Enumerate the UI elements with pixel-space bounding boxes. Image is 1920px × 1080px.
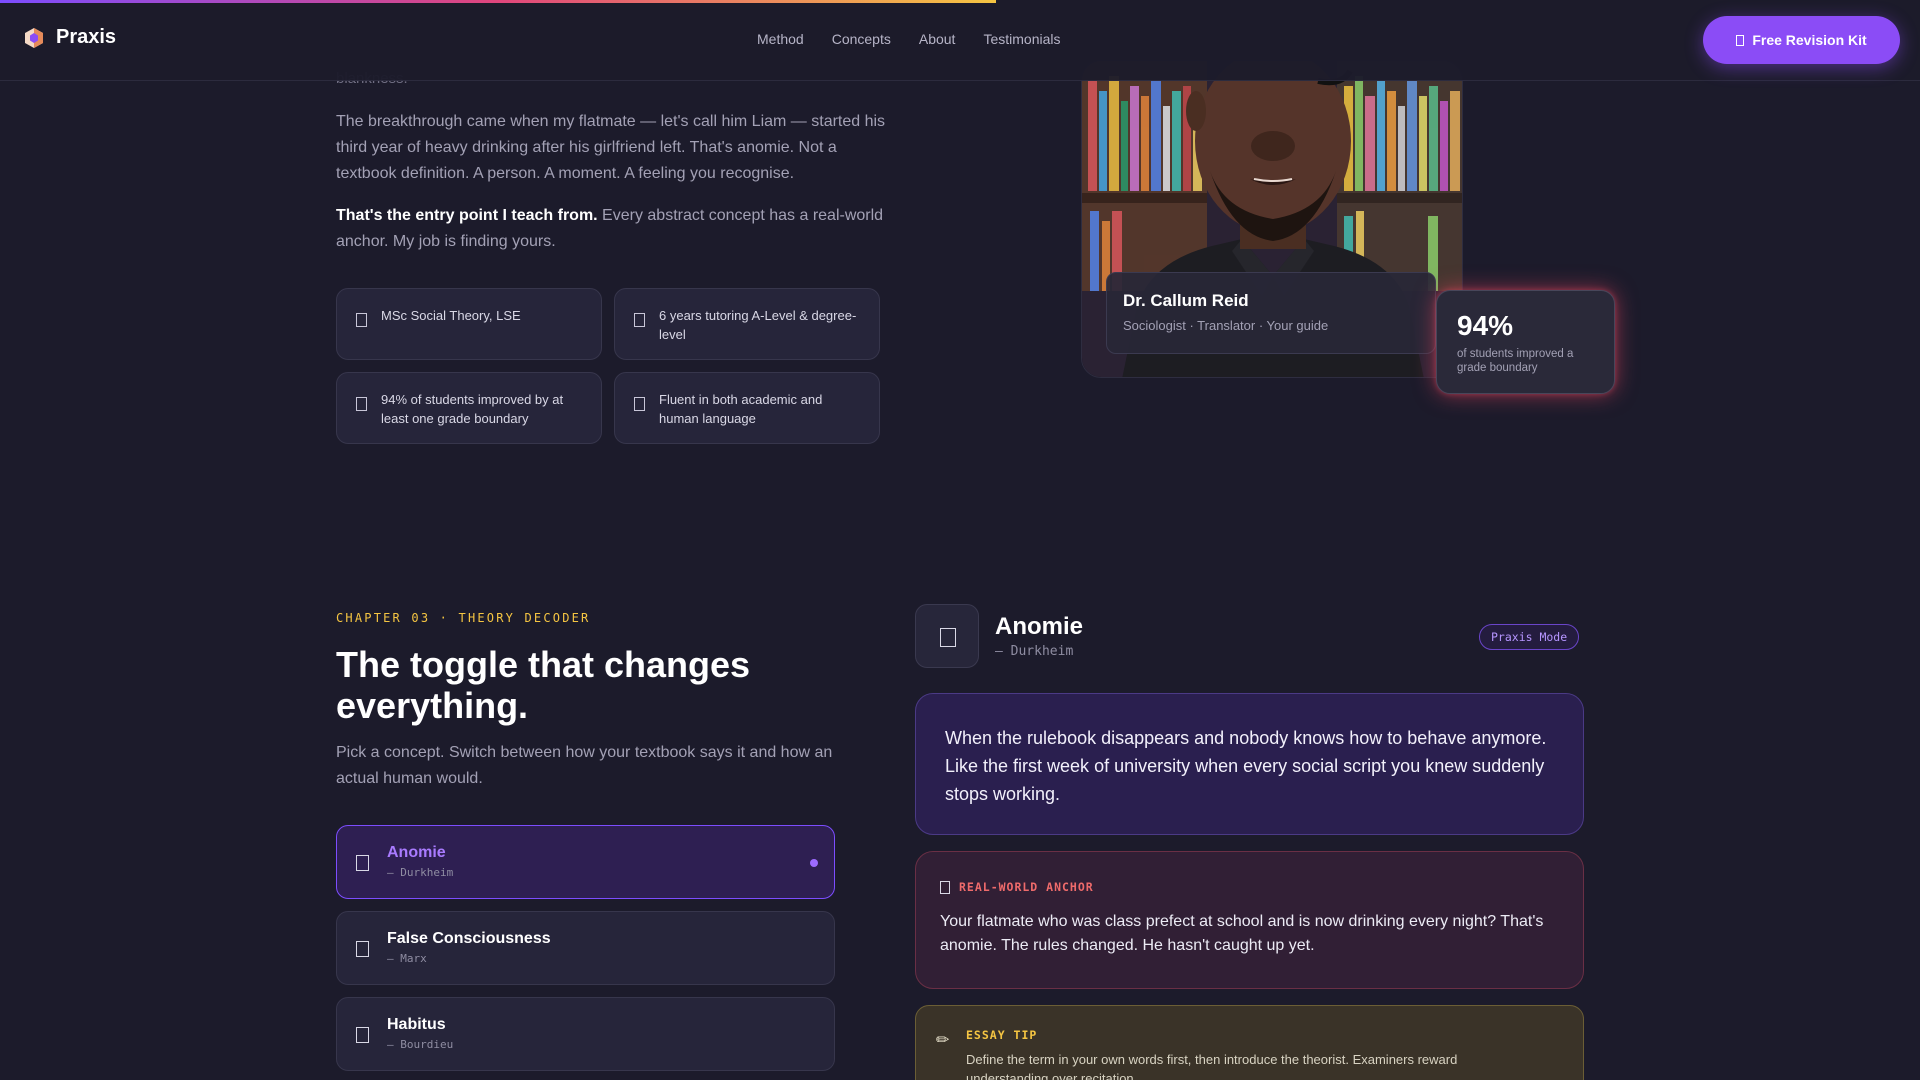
nav-link-testimonials[interactable]: Testimonials <box>983 31 1060 47</box>
credential-card: Fluent in both academic and human langua… <box>614 372 880 444</box>
concept-item-false-consciousness[interactable]: False Consciousness — Marx <box>336 911 835 985</box>
tutor-caption: Dr. Callum Reid Sociologist · Translator… <box>1106 272 1436 354</box>
concept-title: Habitus <box>387 1016 446 1033</box>
brand-logo[interactable]: Praxis <box>24 26 116 49</box>
praxis-mode-toggle[interactable]: Praxis Mode <box>1479 624 1580 650</box>
main-nav: Method Concepts About Testimonials <box>757 31 1060 47</box>
anchor-text: Your flatmate who was class prefect at s… <box>940 913 1544 954</box>
anchor-label-text: REAL-WORLD ANCHOR <box>959 880 1094 894</box>
nav-link-about[interactable]: About <box>919 31 956 47</box>
concept-icon <box>356 941 369 957</box>
gift-icon <box>1736 34 1745 46</box>
graduation-cap-icon <box>356 313 367 327</box>
credential-text: Fluent in both academic and human langua… <box>659 392 823 426</box>
tutor-role: Sociologist · Translator · Your guide <box>1123 318 1329 333</box>
concept-author: — Durkheim <box>387 866 454 879</box>
site-header: Praxis Method Concepts About Testimonial… <box>0 0 1920 81</box>
pencil-icon: ✏ <box>936 1032 950 1049</box>
credential-card: 6 years tutoring A-Level & degree-level <box>614 288 880 360</box>
credential-text: 94% of students improved by at least one… <box>381 392 564 426</box>
pin-icon <box>940 880 950 894</box>
credential-card: 94% of students improved by at least one… <box>336 372 602 444</box>
book-icon <box>634 313 645 327</box>
section-subheading: Pick a concept. Switch between how your … <box>336 744 833 787</box>
about-paragraph-story: The breakthrough came when my flatmate —… <box>336 113 886 182</box>
chart-icon <box>356 397 367 411</box>
entry-point-emphasis: That's the entry point I teach from. <box>336 207 598 224</box>
detail-author: — Durkheim <box>995 644 1074 659</box>
success-stat-badge: 94% of students improved a grade boundar… <box>1436 290 1615 394</box>
brand-name: Praxis <box>56 26 117 48</box>
stat-value: 94% <box>1457 310 1514 341</box>
detail-concept-icon-box <box>915 604 979 668</box>
cta-label: Free Revision Kit <box>1752 32 1867 48</box>
speech-bubble-icon <box>634 397 645 411</box>
about-paragraph-entry-point: That's the entry point I teach from. Eve… <box>336 203 886 255</box>
essay-tip-label: ESSAY TIP <box>966 1028 1038 1042</box>
credential-text: MSc Social Theory, LSE <box>381 308 521 323</box>
scroll-progress-fill <box>0 0 997 3</box>
essay-tip-text: Define the term in your own words first,… <box>966 1052 1458 1080</box>
concept-icon <box>940 628 956 647</box>
real-world-anchor-card: REAL-WORLD ANCHOR Your flatmate who was … <box>915 851 1584 989</box>
section-eyebrow: CHAPTER 03 · THEORY DECODER <box>336 611 591 625</box>
section-heading: The toggle that changes everything. <box>336 644 751 726</box>
nav-link-concepts[interactable]: Concepts <box>832 31 891 47</box>
concept-title: Anomie <box>387 844 446 861</box>
concept-author: — Bourdieu <box>387 1038 454 1051</box>
tutor-name: Dr. Callum Reid <box>1123 291 1249 310</box>
concept-author: — Marx <box>387 952 427 965</box>
concept-icon <box>356 855 369 871</box>
credential-text: 6 years tutoring A-Level & degree-level <box>659 308 857 342</box>
free-revision-kit-button[interactable]: Free Revision Kit <box>1703 16 1900 64</box>
active-indicator-dot <box>810 859 818 867</box>
stat-label: of students improved a grade boundary <box>1457 348 1574 374</box>
plain-language-explanation: When the rulebook disappears and nobody … <box>915 693 1584 835</box>
credential-card: MSc Social Theory, LSE <box>336 288 602 360</box>
essay-tip-card: ✏ ESSAY TIP Define the term in your own … <box>915 1005 1584 1080</box>
tutor-photo-card: Dr. Callum Reid Sociologist · Translator… <box>1081 60 1463 378</box>
concept-item-habitus[interactable]: Habitus — Bourdieu <box>336 997 835 1071</box>
nav-link-method[interactable]: Method <box>757 31 804 47</box>
detail-title: Anomie <box>995 613 1084 640</box>
hexagon-logo-icon <box>24 27 44 49</box>
anchor-label: REAL-WORLD ANCHOR <box>940 880 1559 894</box>
scroll-progress-bar <box>0 0 1920 3</box>
concept-icon <box>356 1027 369 1043</box>
concept-title: False Consciousness <box>387 930 551 947</box>
concept-item-anomie[interactable]: Anomie — Durkheim <box>336 825 835 899</box>
